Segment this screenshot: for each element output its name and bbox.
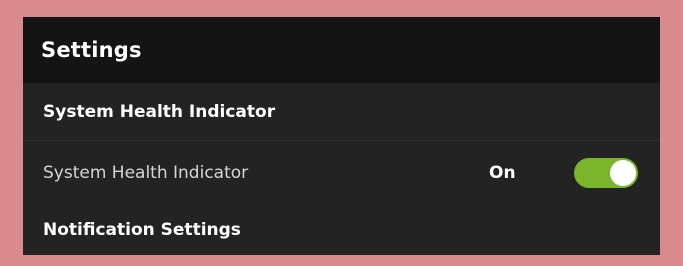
page-title: Settings	[41, 38, 142, 62]
settings-header: Settings	[23, 17, 660, 83]
toggle-knob	[610, 159, 636, 186]
toggle-state-text: On	[489, 162, 516, 183]
section-heading-system-health: System Health Indicator	[23, 83, 660, 141]
setting-label: System Health Indicator	[43, 162, 249, 183]
system-health-toggle[interactable]	[574, 157, 638, 188]
section-heading-notification-settings: Notification Settings	[43, 219, 241, 240]
settings-panel: Settings System Health Indicator System …	[23, 17, 660, 255]
setting-row-system-health-indicator: System Health Indicator On	[23, 141, 660, 204]
